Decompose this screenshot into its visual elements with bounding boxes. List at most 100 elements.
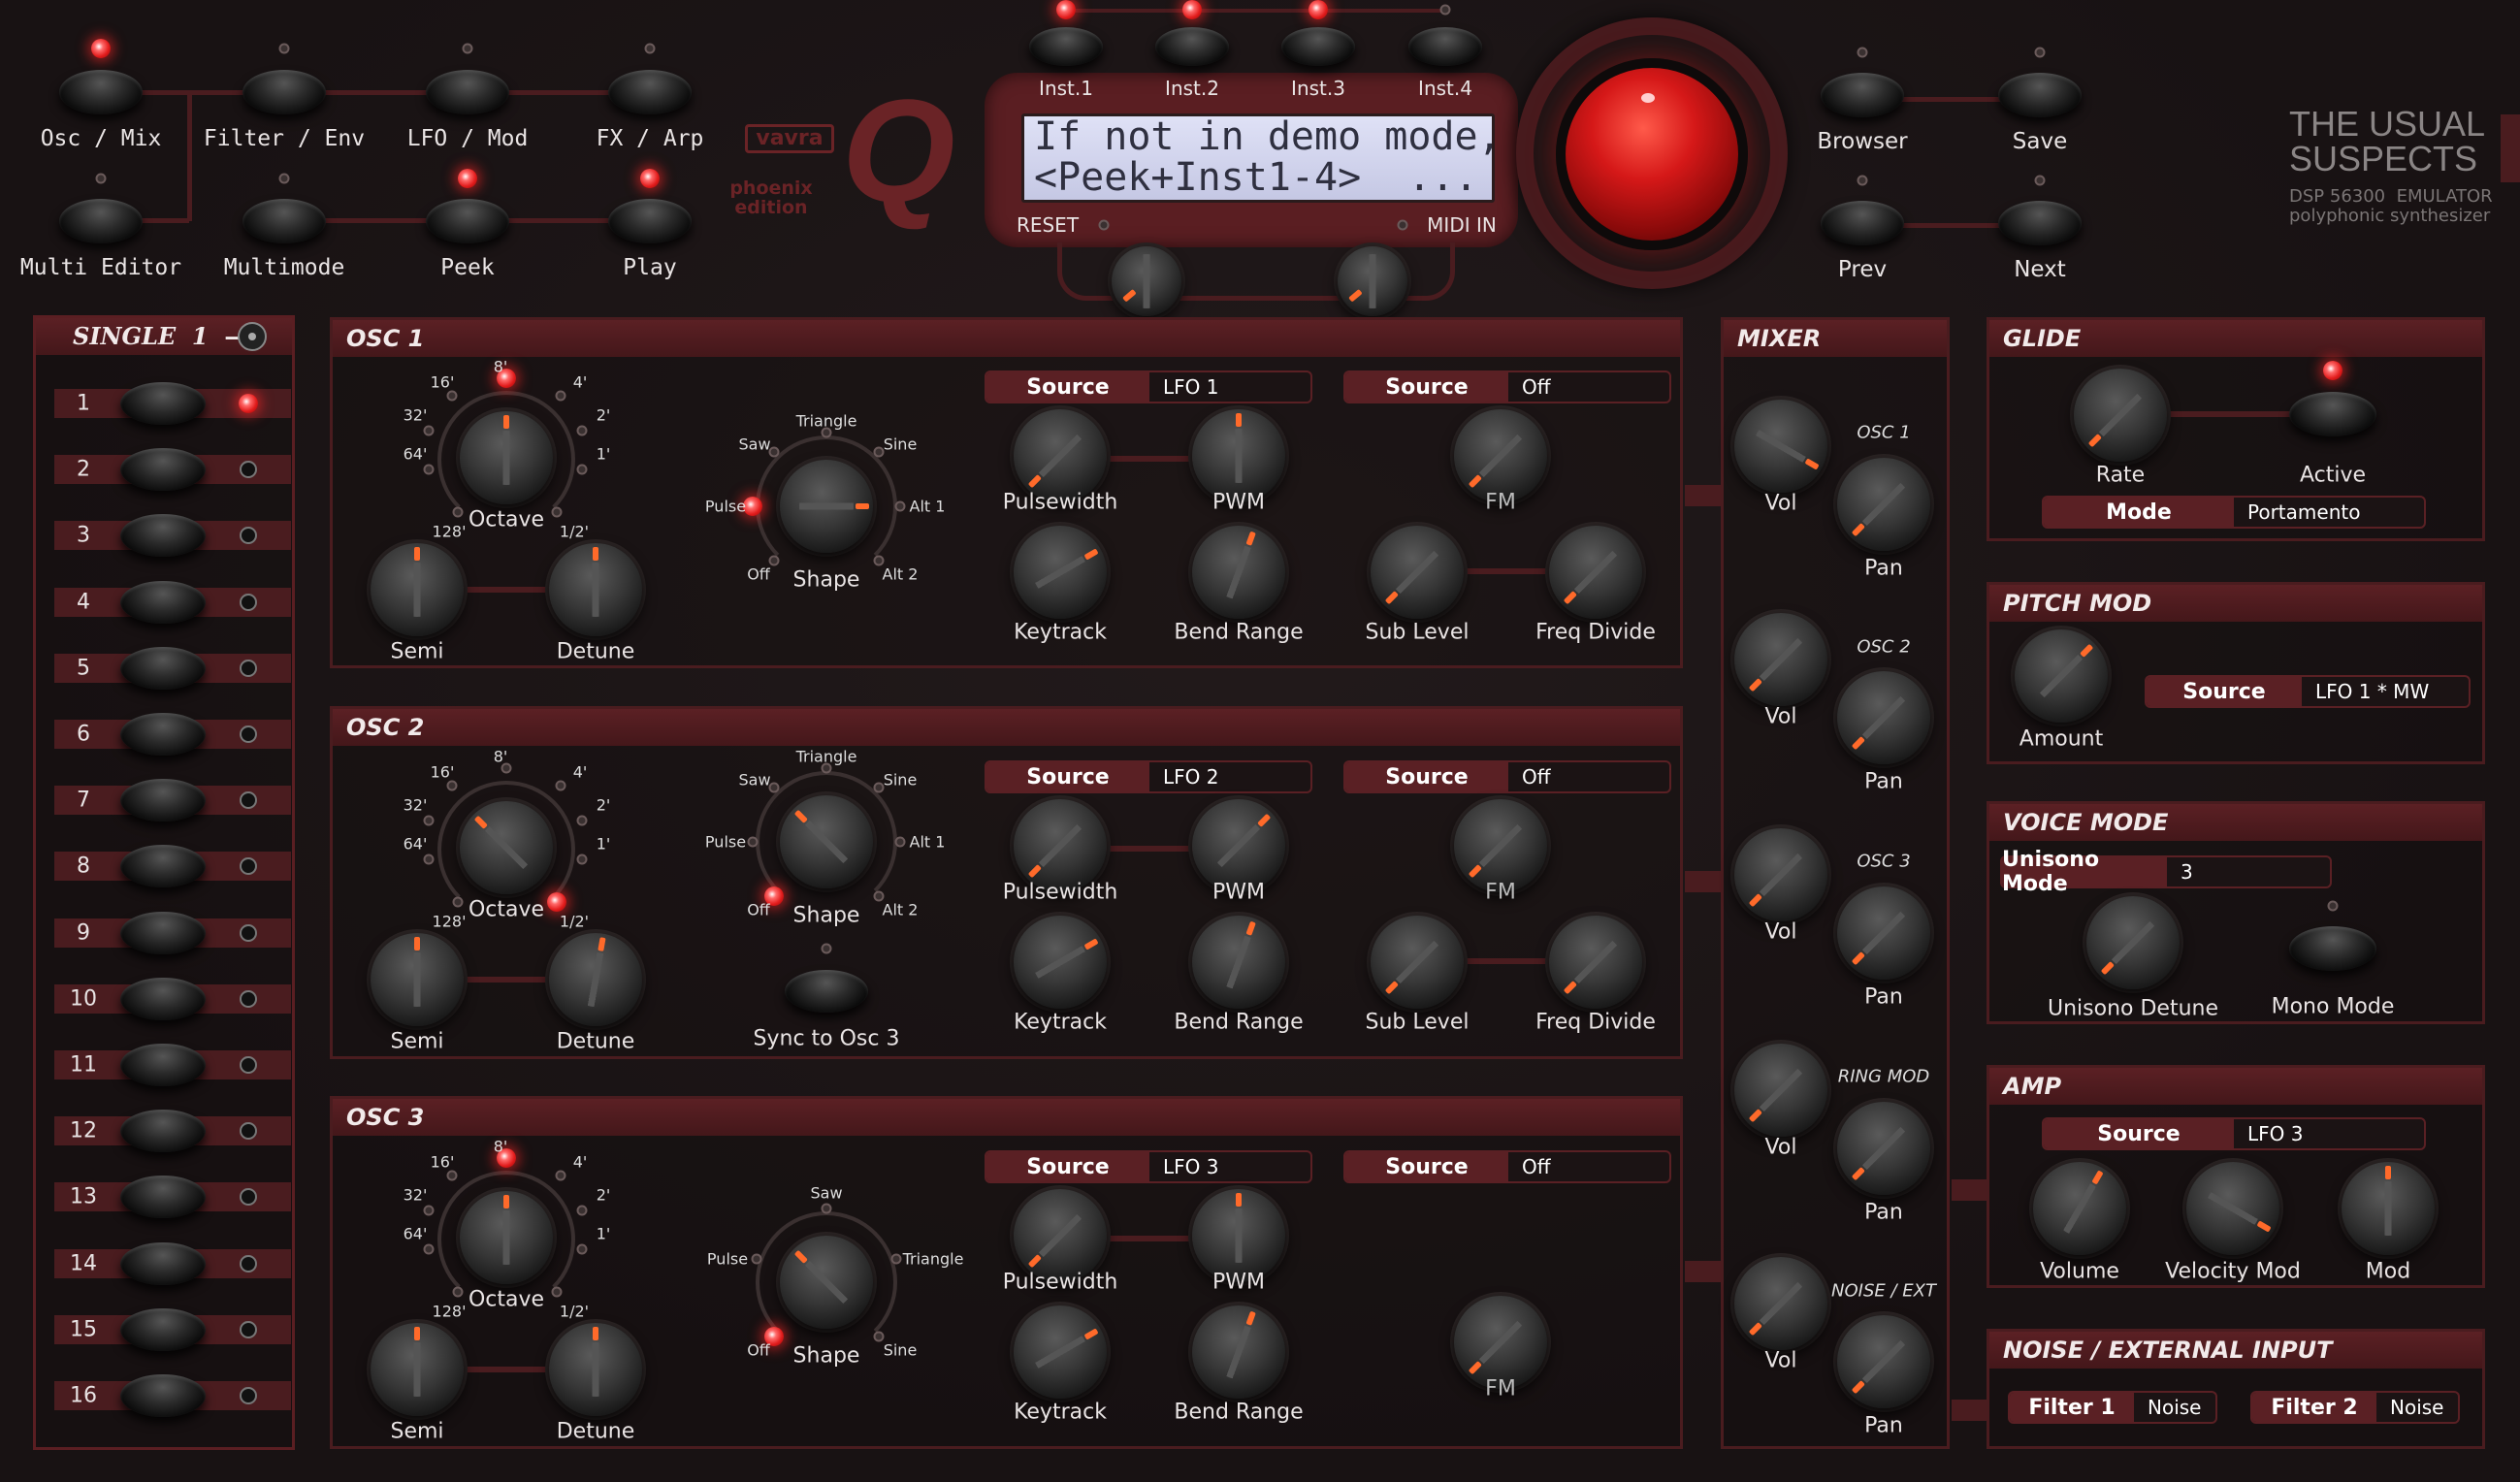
mixer-vol-knob-5[interactable] <box>1734 1257 1827 1350</box>
osc2-source-1-select[interactable]: Source LFO 2 <box>985 760 1312 793</box>
unisono-detune-knob[interactable] <box>2086 896 2180 989</box>
fx-arp-button[interactable] <box>608 70 692 114</box>
mixer-vol-knob-2[interactable] <box>1734 613 1827 706</box>
osc1-fm-knob[interactable] <box>1454 409 1547 502</box>
part-10-button[interactable] <box>120 977 206 1020</box>
pitchmod-source-select[interactable]: Source LFO 1 * MW <box>2145 675 2471 708</box>
part-8-button[interactable] <box>120 845 206 888</box>
play-button[interactable] <box>608 199 692 243</box>
osc1-pwm-knob[interactable] <box>1192 409 1285 502</box>
osc1-sublevel-knob[interactable] <box>1371 526 1464 619</box>
inst4-button[interactable] <box>1408 27 1482 66</box>
part-7-button[interactable] <box>120 779 206 822</box>
osc2-semi-knob[interactable] <box>371 933 464 1026</box>
part-3-button[interactable] <box>120 514 206 558</box>
osc3-pwm-knob[interactable] <box>1192 1189 1285 1282</box>
osc1-detune-knob[interactable] <box>549 543 642 636</box>
prev-button[interactable] <box>1821 201 1904 245</box>
master-encoder[interactable] <box>1556 58 1748 250</box>
multimode-button[interactable] <box>242 199 326 243</box>
glide-rate-knob[interactable] <box>2074 369 2167 462</box>
osc2-shape-label-6: Alt 2 <box>882 900 919 919</box>
osc3-pulsewidth-knob[interactable] <box>1014 1189 1107 1282</box>
part-14-button[interactable] <box>120 1241 206 1285</box>
noise-filter1-select[interactable]: Filter 1 Noise <box>2008 1391 2217 1424</box>
osc3-detune-knob[interactable] <box>549 1323 642 1416</box>
inst2-button[interactable] <box>1155 27 1229 66</box>
mixer-pan-knob-2[interactable] <box>1837 671 1930 764</box>
osc3-bendrange-knob[interactable] <box>1192 1305 1285 1399</box>
glide-mode-select[interactable]: Mode Portamento <box>2042 496 2426 529</box>
filter-env-button[interactable] <box>242 70 326 114</box>
amp-velocitymod-knob[interactable] <box>2186 1162 2279 1255</box>
peek-button[interactable] <box>426 199 509 243</box>
part-5-button[interactable] <box>120 646 206 690</box>
osc2-source-2-select[interactable]: Source Off <box>1343 760 1671 793</box>
osc2-bendrange-knob[interactable] <box>1192 916 1285 1009</box>
lcd-right-knob[interactable] <box>1338 246 1407 316</box>
osc2-octave-knob[interactable] <box>460 801 553 894</box>
mixer-vol-knob-1[interactable] <box>1734 400 1827 493</box>
osc1-keytrack-knob[interactable] <box>1014 526 1107 619</box>
osc2-detune-knob[interactable] <box>549 933 642 1026</box>
mixer-pan-knob-1[interactable] <box>1837 458 1930 551</box>
amp-volume-knob[interactable] <box>2033 1162 2126 1255</box>
part-11-button[interactable] <box>120 1044 206 1086</box>
osc2-sync-button[interactable] <box>785 970 868 1013</box>
browser-button[interactable] <box>1821 73 1904 117</box>
part-13-button[interactable] <box>120 1176 206 1219</box>
part-number-12: 12 <box>70 1118 97 1144</box>
osc3-fm-knob[interactable] <box>1454 1296 1547 1389</box>
osc2-fm-knob[interactable] <box>1454 799 1547 892</box>
osc3-source-2-select[interactable]: Source Off <box>1343 1150 1671 1183</box>
osc2-keytrack-knob[interactable] <box>1014 916 1107 1009</box>
next-button[interactable] <box>1998 201 2082 245</box>
inst3-button[interactable] <box>1281 27 1355 66</box>
save-button[interactable] <box>1998 73 2082 117</box>
part-9-button[interactable] <box>120 911 206 954</box>
osc1-freqdivide-knob[interactable] <box>1549 526 1642 619</box>
single-select-icon[interactable] <box>238 322 267 351</box>
multi-editor-button[interactable] <box>59 199 143 243</box>
osc1-shape-knob[interactable] <box>780 460 873 553</box>
part-2-button[interactable] <box>120 448 206 492</box>
osc3-shape-knob[interactable] <box>780 1236 873 1329</box>
mixer-vol-knob-4[interactable] <box>1734 1044 1827 1137</box>
noise-filter2-select[interactable]: Filter 2 Noise <box>2250 1391 2460 1424</box>
mono-mode-button[interactable] <box>2289 926 2376 971</box>
lcd-left-knob[interactable] <box>1112 246 1181 316</box>
part-6-button[interactable] <box>120 713 206 756</box>
part-12-button[interactable] <box>120 1110 206 1153</box>
mixer-pan-knob-4[interactable] <box>1837 1102 1930 1195</box>
osc1-octave-knob[interactable] <box>460 411 553 504</box>
osc2-pwm-knob[interactable] <box>1192 799 1285 892</box>
amp-mod-knob[interactable] <box>2342 1162 2435 1255</box>
osc1-source-1-select[interactable]: Source LFO 1 <box>985 370 1312 403</box>
mixer-vol-knob-3[interactable] <box>1734 828 1827 921</box>
osc3-semi-knob[interactable] <box>371 1323 464 1416</box>
glide-active-button[interactable] <box>2289 392 2376 436</box>
inst1-button[interactable] <box>1029 27 1103 66</box>
osc3-source-1-select[interactable]: Source LFO 3 <box>985 1150 1312 1183</box>
unisono-mode-select[interactable]: Unisono Mode 3 <box>2000 848 2332 896</box>
osc3-octave-knob[interactable] <box>460 1191 553 1284</box>
lfo-mod-button[interactable] <box>426 70 509 114</box>
pitchmod-amount-knob[interactable] <box>2015 629 2108 723</box>
osc1-bendrange-knob[interactable] <box>1192 526 1285 619</box>
part-4-button[interactable] <box>120 580 206 624</box>
osc1-source-2-select[interactable]: Source Off <box>1343 370 1671 403</box>
osc1-pulsewidth-knob[interactable] <box>1014 409 1107 502</box>
mixer-pan-knob-3[interactable] <box>1837 886 1930 980</box>
osc2-sublevel-knob[interactable] <box>1371 916 1464 1009</box>
osc-mix-button[interactable] <box>59 70 143 114</box>
osc2-freqdivide-knob[interactable] <box>1549 916 1642 1009</box>
osc3-keytrack-knob[interactable] <box>1014 1305 1107 1399</box>
osc1-semi-knob[interactable] <box>371 543 464 636</box>
amp-source-select[interactable]: Source LFO 3 <box>2042 1117 2426 1150</box>
osc2-pulsewidth-knob[interactable] <box>1014 799 1107 892</box>
osc2-shape-knob[interactable] <box>780 795 873 888</box>
part-16-button[interactable] <box>120 1374 206 1417</box>
part-15-button[interactable] <box>120 1307 206 1351</box>
mixer-pan-knob-5[interactable] <box>1837 1315 1930 1408</box>
part-1-button[interactable] <box>120 382 206 425</box>
